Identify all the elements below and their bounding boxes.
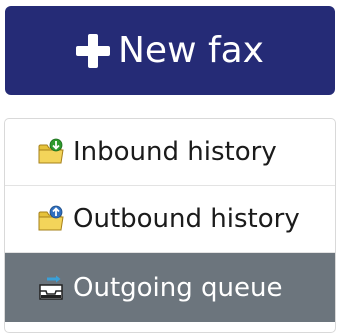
fax-navigation-menu: Inbound history Outbound history Outgoin…: [4, 118, 336, 333]
folder-download-icon: [38, 138, 64, 164]
new-fax-button[interactable]: New fax: [5, 6, 335, 95]
menu-item-outbound-history[interactable]: Outbound history: [5, 186, 335, 253]
menu-item-label: Outgoing queue: [73, 272, 283, 303]
new-fax-label: New fax: [117, 30, 264, 71]
folder-upload-icon: [38, 205, 64, 231]
menu-item-label: Outbound history: [73, 204, 300, 234]
menu-item-label: Inbound history: [73, 137, 277, 167]
menu-item-inbound-history[interactable]: Inbound history: [5, 119, 335, 186]
plus-icon: [75, 33, 110, 68]
menu-item-outgoing-queue[interactable]: Outgoing queue: [5, 253, 335, 322]
outbox-tray-icon: [39, 275, 63, 300]
